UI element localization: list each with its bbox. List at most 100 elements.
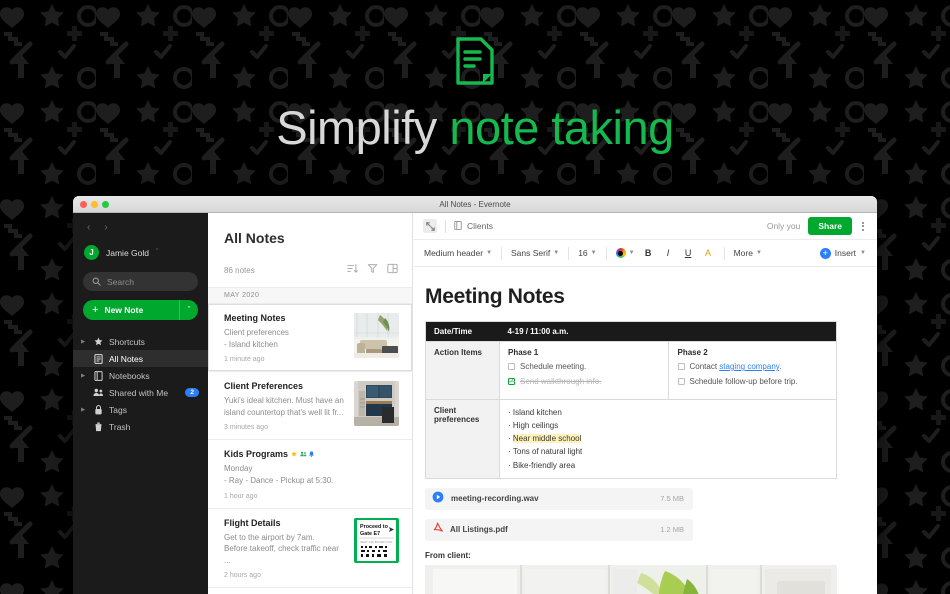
sidebar-item-shared-with-me[interactable]: Shared with Me 2 (73, 384, 208, 401)
checklist-item[interactable]: Schedule follow-up before trip. (677, 377, 831, 387)
font-size-dropdown[interactable]: 16 ▼ (578, 248, 596, 258)
tag-icon (93, 404, 104, 415)
kitchen-photo (354, 381, 399, 427)
bright-interior-photo (425, 564, 837, 594)
note-content[interactable]: Meeting Notes Date/Time 4-19 / 11:00 a.m… (413, 267, 877, 594)
filter-icon[interactable] (367, 261, 378, 279)
more-formatting-dropdown[interactable]: More ▼ (734, 248, 762, 258)
sidebar-item-notebooks[interactable]: ▶ Notebooks (73, 367, 208, 384)
search-input[interactable] (107, 276, 189, 287)
chevron-down-icon: ▼ (486, 250, 493, 256)
chevron-down-icon: ˇ (156, 249, 159, 256)
svg-text:SEAT 14C BOARD 6:40: SEAT 14C BOARD 6:40 (360, 540, 392, 544)
pdf-icon (432, 521, 443, 539)
checklist-item[interactable]: Schedule meeting. (508, 362, 663, 372)
expand-note-icon[interactable] (423, 219, 437, 233)
evernote-app-window: All Notes - Evernote ‹ › J Jamie Gold ˇ (73, 196, 877, 594)
note-list-title: All Notes (224, 230, 285, 246)
insert-button[interactable]: + Insert ▼ (819, 247, 866, 259)
checkbox[interactable] (677, 378, 685, 386)
paragraph-style-dropdown[interactable]: Medium header ▼ (424, 248, 492, 258)
underline-button[interactable]: U (682, 248, 695, 258)
notebook-chip[interactable]: Clients (454, 220, 493, 232)
list-item[interactable]: Client Preferences Yuki's ideal kitchen.… (208, 372, 412, 441)
note-editor: Clients Only you Share Medium header ▼ S… (413, 213, 877, 594)
chevron-down-icon: ▼ (553, 250, 560, 256)
hero-title-light: Simplify (276, 101, 437, 154)
sidebar-nav-arrows: ‹ › (73, 219, 208, 239)
hero-title-accent: note taking (449, 101, 674, 154)
sidebar: ‹ › J Jamie Gold ˇ + New Note (73, 213, 208, 594)
view-options-icon[interactable] (387, 261, 398, 279)
forward-icon[interactable]: › (104, 223, 107, 233)
bell-icon (309, 451, 314, 458)
attachment-pdf[interactable]: All Listings.pdf 1.2 MB (425, 518, 693, 541)
sidebar-item-label: Tags (109, 404, 127, 415)
svg-text:Gate E7: Gate E7 (360, 531, 380, 537)
account-name: Jamie Gold (106, 247, 149, 258)
sidebar-item-label: All Notes (109, 353, 144, 364)
note-table: Date/Time 4-19 / 11:00 a.m. Action Items… (425, 321, 837, 479)
account-switcher[interactable]: J Jamie Gold ˇ (73, 239, 208, 263)
sidebar-item-trash[interactable]: Trash (73, 418, 208, 435)
phase-title: Phase 2 (677, 348, 708, 357)
checkbox[interactable] (677, 363, 685, 370)
highlight-button[interactable]: A (702, 248, 715, 258)
sidebar-item-all-notes[interactable]: All Notes (73, 350, 208, 367)
note-timestamp: 1 minute ago (224, 356, 265, 364)
star-icon (291, 451, 297, 457)
trash-icon (93, 422, 104, 432)
checkbox-checked[interactable]: ✓ (508, 378, 515, 386)
sidebar-item-label: Shared with Me (109, 387, 169, 398)
table-row-action-items: Action Items Phase 1 Schedule meeting. ✓… (425, 341, 837, 400)
more-vertical-icon[interactable] (860, 221, 866, 231)
note-title-text: Kids Programs (224, 449, 289, 460)
divider (723, 246, 725, 260)
note-heading: Meeting Notes (425, 285, 565, 308)
notebook-icon (93, 370, 104, 381)
new-note-button[interactable]: + New Note ˇ (83, 300, 198, 320)
attachment-name: All Listings.pdf (450, 525, 508, 535)
status-badge: 2 (185, 388, 199, 397)
chevron-right-icon[interactable]: ▶ (81, 407, 88, 413)
checkbox[interactable] (508, 363, 515, 370)
paragraph-style-label: Medium header (424, 248, 484, 258)
sidebar-item-label: Notebooks (109, 370, 150, 381)
highlighted-text: Near middle school (512, 434, 582, 444)
svg-text:Proceed to: Proceed to (360, 524, 389, 530)
search-box[interactable] (83, 272, 198, 291)
staging-company-link[interactable]: staging company (719, 362, 779, 371)
new-note-dropdown-button[interactable]: ˇ (179, 300, 198, 320)
list-item[interactable]: Flight Details Get to the airport by 7am… (208, 508, 412, 589)
chevron-down-icon: ▼ (590, 250, 597, 256)
font-size-label: 16 (578, 248, 588, 258)
more-label: More (733, 248, 753, 258)
action-items-label: Action Items (425, 341, 500, 400)
list-item[interactable]: Kids Programs Monday - Ray - Dance - Pic… (208, 440, 412, 509)
note-snippet: Client preferences - Island kitchen (224, 328, 289, 349)
back-icon[interactable]: ‹ (87, 223, 90, 233)
note-snippet: Get to the airport by 7am. Before takeof… (224, 532, 339, 565)
sort-icon[interactable] (347, 261, 358, 279)
list-item[interactable]: Meeting Notes Client preferences - Islan… (208, 304, 412, 373)
attachment-audio[interactable]: meeting-recording.wav 7.5 MB (425, 487, 693, 510)
note-title: Meeting Notes (224, 313, 286, 323)
font-family-dropdown[interactable]: Sans Serif ▼ (511, 248, 559, 258)
italic-button[interactable]: I (662, 248, 675, 258)
window-title: All Notes - Evernote (439, 199, 511, 209)
preference-item: · Island kitchen (508, 407, 562, 417)
table-row-preferences: Client preferences · Island kitchen · Hi… (425, 398, 837, 479)
chevron-right-icon[interactable]: ▶ (81, 339, 88, 345)
note-title: Flight Details (224, 517, 281, 528)
sidebar-item-shortcuts[interactable]: ▶ Shortcuts (73, 333, 208, 350)
checklist-item[interactable]: ✓ Send walkthrough info. (508, 377, 663, 387)
text-color-picker[interactable]: ▼ (615, 248, 635, 258)
note-list-items[interactable]: Meeting Notes Client preferences - Islan… (208, 304, 412, 594)
checklist-item[interactable]: Contact staging company. (677, 362, 831, 372)
list-item[interactable]: Walkthrough Procedure (208, 588, 412, 594)
sidebar-item-tags[interactable]: ▶ Tags (73, 401, 208, 418)
bold-button[interactable]: B (642, 248, 655, 258)
chevron-right-icon[interactable]: ▶ (81, 373, 88, 379)
note-snippet: Yuki's ideal kitchen. Must have an islan… (224, 396, 344, 417)
share-button[interactable]: Share (808, 217, 852, 235)
